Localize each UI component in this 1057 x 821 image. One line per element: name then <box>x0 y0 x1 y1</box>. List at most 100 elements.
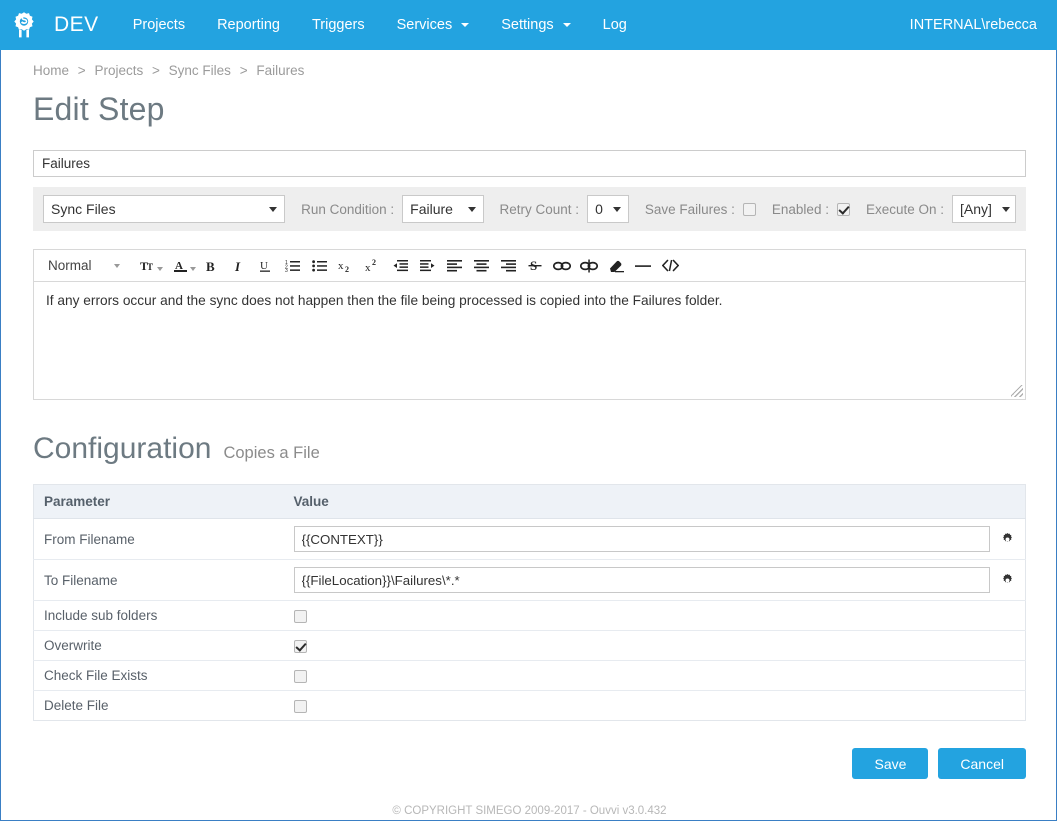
enabled-checkbox[interactable] <box>836 202 850 216</box>
table-row: Check File Exists <box>33 660 1026 691</box>
parameter-value-cell <box>283 600 1026 631</box>
delete-file-checkbox[interactable] <box>293 699 307 713</box>
overwrite-checkbox[interactable] <box>293 639 307 653</box>
bold-icon[interactable]: B <box>199 254 223 278</box>
nav-item-settings[interactable]: Settings <box>485 0 586 50</box>
step-type-value: Sync Files <box>51 201 116 217</box>
chevron-down-icon <box>461 23 470 27</box>
text-color-icon[interactable]: A <box>166 254 197 278</box>
nav-label: Settings <box>501 17 554 33</box>
brand-title: DEV <box>54 13 99 36</box>
svg-text:U: U <box>260 260 268 272</box>
chevron-down-icon <box>612 206 621 212</box>
chevron-down-icon <box>190 266 197 271</box>
nav-item-projects[interactable]: Projects <box>117 0 201 50</box>
svg-text:x: x <box>338 260 344 272</box>
nav-item-services[interactable]: Services <box>381 0 486 50</box>
italic-icon[interactable]: I <box>226 254 250 278</box>
breadcrumb-item-home[interactable]: Home <box>33 63 69 78</box>
execute-on-value: [Any] <box>960 201 992 217</box>
font-size-icon[interactable]: TT <box>133 254 164 278</box>
gear-icon[interactable] <box>1000 532 1015 547</box>
to-filename-input[interactable] <box>293 567 990 593</box>
page-title: Edit Step <box>33 91 165 127</box>
step-name-input[interactable] <box>33 150 1026 177</box>
nav-label: Reporting <box>217 17 280 33</box>
chevron-down-icon <box>467 206 476 212</box>
app-viewport: DEV Projects Reporting Triggers Services… <box>0 0 1057 821</box>
bullet-list-icon[interactable] <box>307 254 331 278</box>
nav-item-log[interactable]: Log <box>587 0 643 50</box>
parameter-value-cell <box>283 518 1026 560</box>
ordered-list-icon[interactable]: 123 <box>280 254 304 278</box>
execute-on-label: Execute On : <box>865 201 944 217</box>
outdent-icon[interactable] <box>388 254 412 278</box>
breadcrumb-separator: > <box>151 63 160 78</box>
breadcrumb: Home > Projects > Sync Files > Failures <box>1 50 1056 88</box>
svg-text:x: x <box>365 262 371 273</box>
parameter-name: From Filename <box>33 518 284 560</box>
table-row: From Filename <box>33 518 1026 560</box>
svg-text:3: 3 <box>285 268 288 272</box>
save-failures-checkbox[interactable] <box>742 202 756 216</box>
breadcrumb-item-sync-files[interactable]: Sync Files <box>169 63 231 78</box>
include-sub-folders-checkbox[interactable] <box>293 609 307 623</box>
code-icon[interactable] <box>658 254 682 278</box>
run-condition-select[interactable]: Failure <box>402 195 484 223</box>
superscript-icon[interactable]: x2 <box>361 254 385 278</box>
parameter-value-cell <box>283 630 1026 661</box>
breadcrumb-item-failures[interactable]: Failures <box>256 63 304 78</box>
subscript-icon[interactable]: x2 <box>334 254 358 278</box>
table-row: Include sub folders <box>33 600 1026 631</box>
unlink-icon[interactable] <box>577 254 601 278</box>
check-file-exists-checkbox[interactable] <box>293 669 307 683</box>
nav-item-triggers[interactable]: Triggers <box>296 0 381 50</box>
cancel-button[interactable]: Cancel <box>938 748 1026 779</box>
editor-paragraph: If any errors occur and the sync does no… <box>46 293 723 308</box>
align-left-icon[interactable] <box>442 254 466 278</box>
clear-formatting-icon[interactable] <box>604 254 628 278</box>
configuration-header: Configuration Copies a File <box>33 432 1024 466</box>
breadcrumb-separator: > <box>239 63 248 78</box>
chevron-down-icon <box>562 23 571 27</box>
align-right-icon[interactable] <box>496 254 520 278</box>
table-row: Delete File <box>33 690 1026 721</box>
table-header-row: Parameter Value <box>33 484 1026 519</box>
link-icon[interactable] <box>550 254 574 278</box>
save-button[interactable]: Save <box>852 748 929 779</box>
chevron-down-icon <box>269 206 278 212</box>
table-row: To Filename <box>33 559 1026 601</box>
from-filename-input[interactable] <box>293 526 990 552</box>
gear-icon[interactable] <box>1000 573 1015 588</box>
indent-icon[interactable] <box>415 254 439 278</box>
save-failures-label: Save Failures : <box>644 201 735 217</box>
parameter-name: Check File Exists <box>33 660 284 691</box>
editor-resize-handle[interactable] <box>1011 385 1023 397</box>
editor-content-area[interactable]: If any errors occur and the sync does no… <box>33 282 1026 400</box>
run-condition-value: Failure <box>410 201 453 217</box>
nav-item-reporting[interactable]: Reporting <box>201 0 296 50</box>
chevron-down-icon <box>1001 206 1010 212</box>
horizontal-rule-icon[interactable] <box>631 254 655 278</box>
breadcrumb-item-projects[interactable]: Projects <box>94 63 143 78</box>
configuration-table: Parameter Value From Filename {{CONTEXT}… <box>33 484 1026 721</box>
paragraph-format-value: Normal <box>48 258 92 273</box>
align-center-icon[interactable] <box>469 254 493 278</box>
step-options-bar: Sync Files Run Condition : Failure Retry… <box>33 187 1026 231</box>
retry-count-select[interactable]: 0 <box>587 195 629 223</box>
parameter-name: Overwrite <box>33 630 284 661</box>
page-content: Edit Step Sync Files Run Condition : Fai… <box>1 91 1056 817</box>
retry-count-label: Retry Count : <box>499 201 580 217</box>
description-editor: Normal TT A B I U 1 2 3 x 2 x 2 S If any… <box>33 249 1026 400</box>
step-type-select[interactable]: Sync Files <box>43 195 286 223</box>
brand[interactable]: DEV <box>8 9 99 41</box>
execute-on-select[interactable]: [Any] <box>952 195 1016 223</box>
parameter-value-cell <box>283 690 1026 721</box>
underline-icon[interactable]: U <box>253 254 277 278</box>
paragraph-format-select[interactable]: Normal <box>40 258 124 273</box>
current-user[interactable]: INTERNAL\rebecca <box>910 17 1043 33</box>
strikethrough-icon[interactable]: S <box>523 254 547 278</box>
nav-label: Triggers <box>311 17 365 33</box>
nav-label: Log <box>602 17 627 33</box>
run-condition-label: Run Condition : <box>301 201 395 217</box>
